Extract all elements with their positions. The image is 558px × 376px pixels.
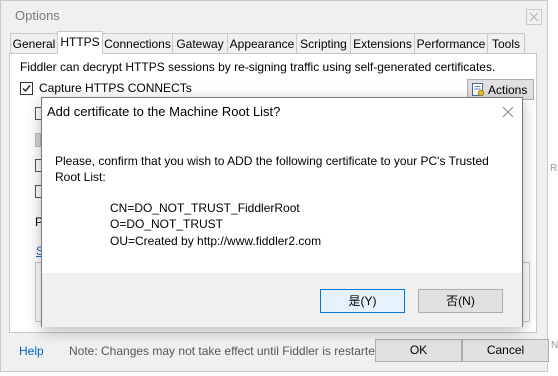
certificate-icon xyxy=(472,83,485,97)
capture-https-checkbox[interactable] xyxy=(20,82,33,95)
https-description: Fiddler can decrypt HTTPS sessions by re… xyxy=(20,60,496,74)
actions-label: Actions xyxy=(488,83,528,97)
tab-label: Extensions xyxy=(353,37,412,51)
confirm-dialog: Add certificate to the Machine Root List… xyxy=(41,97,523,327)
ok-button[interactable]: OK xyxy=(375,339,462,362)
no-label: 否(N) xyxy=(446,294,475,308)
restart-note: Note: Changes may not take effect until … xyxy=(69,344,385,358)
tab-label: Tools xyxy=(491,37,520,51)
ok-label: OK xyxy=(409,343,428,357)
tab-tools[interactable]: Tools xyxy=(487,33,525,53)
tab-label: Performance xyxy=(416,37,486,51)
cert-o: O=DO_NOT_TRUST xyxy=(110,217,224,231)
no-button[interactable]: 否(N) xyxy=(418,289,503,313)
cancel-button[interactable]: Cancel xyxy=(462,339,549,362)
checkmark-icon xyxy=(22,85,31,93)
cert-ou: OU=Created by http://www.fiddler2.com xyxy=(110,234,322,248)
tab-label: Appearance xyxy=(229,37,295,51)
edge-fragment: N xyxy=(551,340,558,351)
tab-scripting[interactable]: Scripting xyxy=(296,33,351,53)
close-icon[interactable] xyxy=(526,9,542,25)
tab-label: Scripting xyxy=(300,37,347,51)
help-link[interactable]: Help xyxy=(19,344,44,358)
yes-button[interactable]: 是(Y) xyxy=(320,289,405,313)
yes-label: 是(Y) xyxy=(348,294,377,308)
tab-extensions[interactable]: Extensions xyxy=(350,33,415,53)
cert-cn: CN=DO_NOT_TRUST_FiddlerRoot xyxy=(110,201,300,215)
tab-label: Connections xyxy=(104,37,171,51)
tab-appearance[interactable]: Appearance xyxy=(227,33,297,53)
tab-https[interactable]: HTTPS xyxy=(57,31,103,54)
edge-fragment: R xyxy=(550,163,558,174)
tab-general[interactable]: General xyxy=(10,33,58,53)
window-title: Options xyxy=(15,8,60,23)
tab-performance[interactable]: Performance xyxy=(414,33,488,53)
cancel-label: Cancel xyxy=(486,343,525,357)
capture-https-label: Capture HTTPS CONNECTs xyxy=(39,81,192,95)
tab-gateway[interactable]: Gateway xyxy=(172,33,228,53)
dialog-message: Please, confirm that you wish to ADD the… xyxy=(55,154,489,184)
tab-label: General xyxy=(12,37,56,51)
tab-label: Gateway xyxy=(176,37,224,51)
close-icon[interactable] xyxy=(501,105,515,119)
tab-label: HTTPS xyxy=(60,35,100,49)
dialog-title: Add certificate to the Machine Root List… xyxy=(47,104,281,119)
tab-connections[interactable]: Connections xyxy=(102,33,173,53)
